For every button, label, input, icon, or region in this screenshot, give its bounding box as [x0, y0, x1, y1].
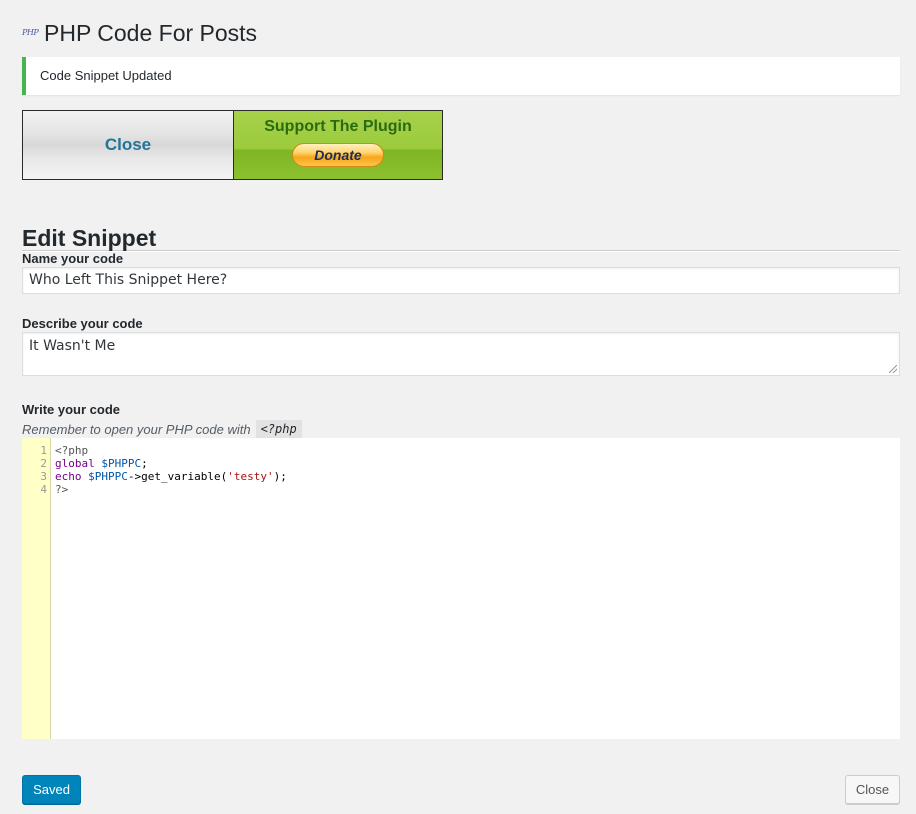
code-token: $PHPPC [101, 457, 142, 470]
code-field-label: Write your code [22, 402, 121, 417]
code-token: ->get_variable( [127, 470, 228, 483]
line-number: 3 [40, 470, 47, 483]
save-button[interactable]: Saved [22, 775, 81, 804]
line-number: 2 [40, 457, 47, 470]
code-token: ?> [55, 483, 69, 496]
line-number-gutter: 1 2 3 4 [22, 438, 51, 739]
code-token: <?php [55, 444, 89, 457]
code-line: global $PHPPC; [55, 457, 900, 470]
edit-snippet-heading: Edit Snippet [22, 223, 900, 252]
promo-close-button[interactable]: Close [23, 111, 234, 179]
code-text-area[interactable]: <?php global $PHPPC; echo $PHPPC->get_vari… [51, 438, 900, 739]
code-line: <?php [55, 444, 900, 457]
code-token: $PHPPC [88, 470, 128, 483]
line-number: 4 [40, 483, 47, 496]
resize-handle-icon[interactable] [889, 365, 897, 373]
page-title: PHP Code For Posts [44, 20, 258, 46]
description-value: It Wasn't Me [29, 338, 116, 354]
name-input[interactable]: Who Left This Snippet Here? [22, 267, 900, 294]
code-hint: Remember to open your PHP code with <?ph… [22, 420, 302, 438]
code-hint-text: Remember to open your PHP code with [22, 421, 251, 437]
php-logo-icon: PHP [22, 28, 39, 37]
page-header: PHP PHP Code For Posts [22, 18, 257, 48]
php-open-tag: <?php [255, 420, 302, 438]
code-token: global [55, 457, 95, 470]
line-number: 1 [40, 444, 47, 457]
promo-banner: Close Support The Plugin Donate [22, 110, 443, 180]
code-token: ); [273, 470, 287, 483]
name-field-label: Name your code [22, 251, 124, 266]
donate-button[interactable]: Donate [292, 143, 384, 167]
close-button[interactable]: Close [845, 775, 900, 804]
description-field-label: Describe your code [22, 316, 143, 331]
code-editor[interactable]: 1 2 3 4 <?php global $PHPPC; echo $PHPPC->… [22, 438, 900, 739]
support-plugin-label: Support The Plugin [264, 118, 412, 135]
code-token: 'testy' [227, 470, 274, 483]
support-plugin-panel: Support The Plugin Donate [234, 111, 442, 179]
code-line: ?> [55, 483, 900, 496]
code-token: echo [55, 470, 82, 483]
success-notice: Code Snippet Updated [22, 57, 900, 95]
description-textarea[interactable]: It Wasn't Me [22, 332, 900, 376]
code-line: echo $PHPPC->get_variable('testy'); [55, 470, 900, 483]
code-token: ; [141, 457, 148, 470]
